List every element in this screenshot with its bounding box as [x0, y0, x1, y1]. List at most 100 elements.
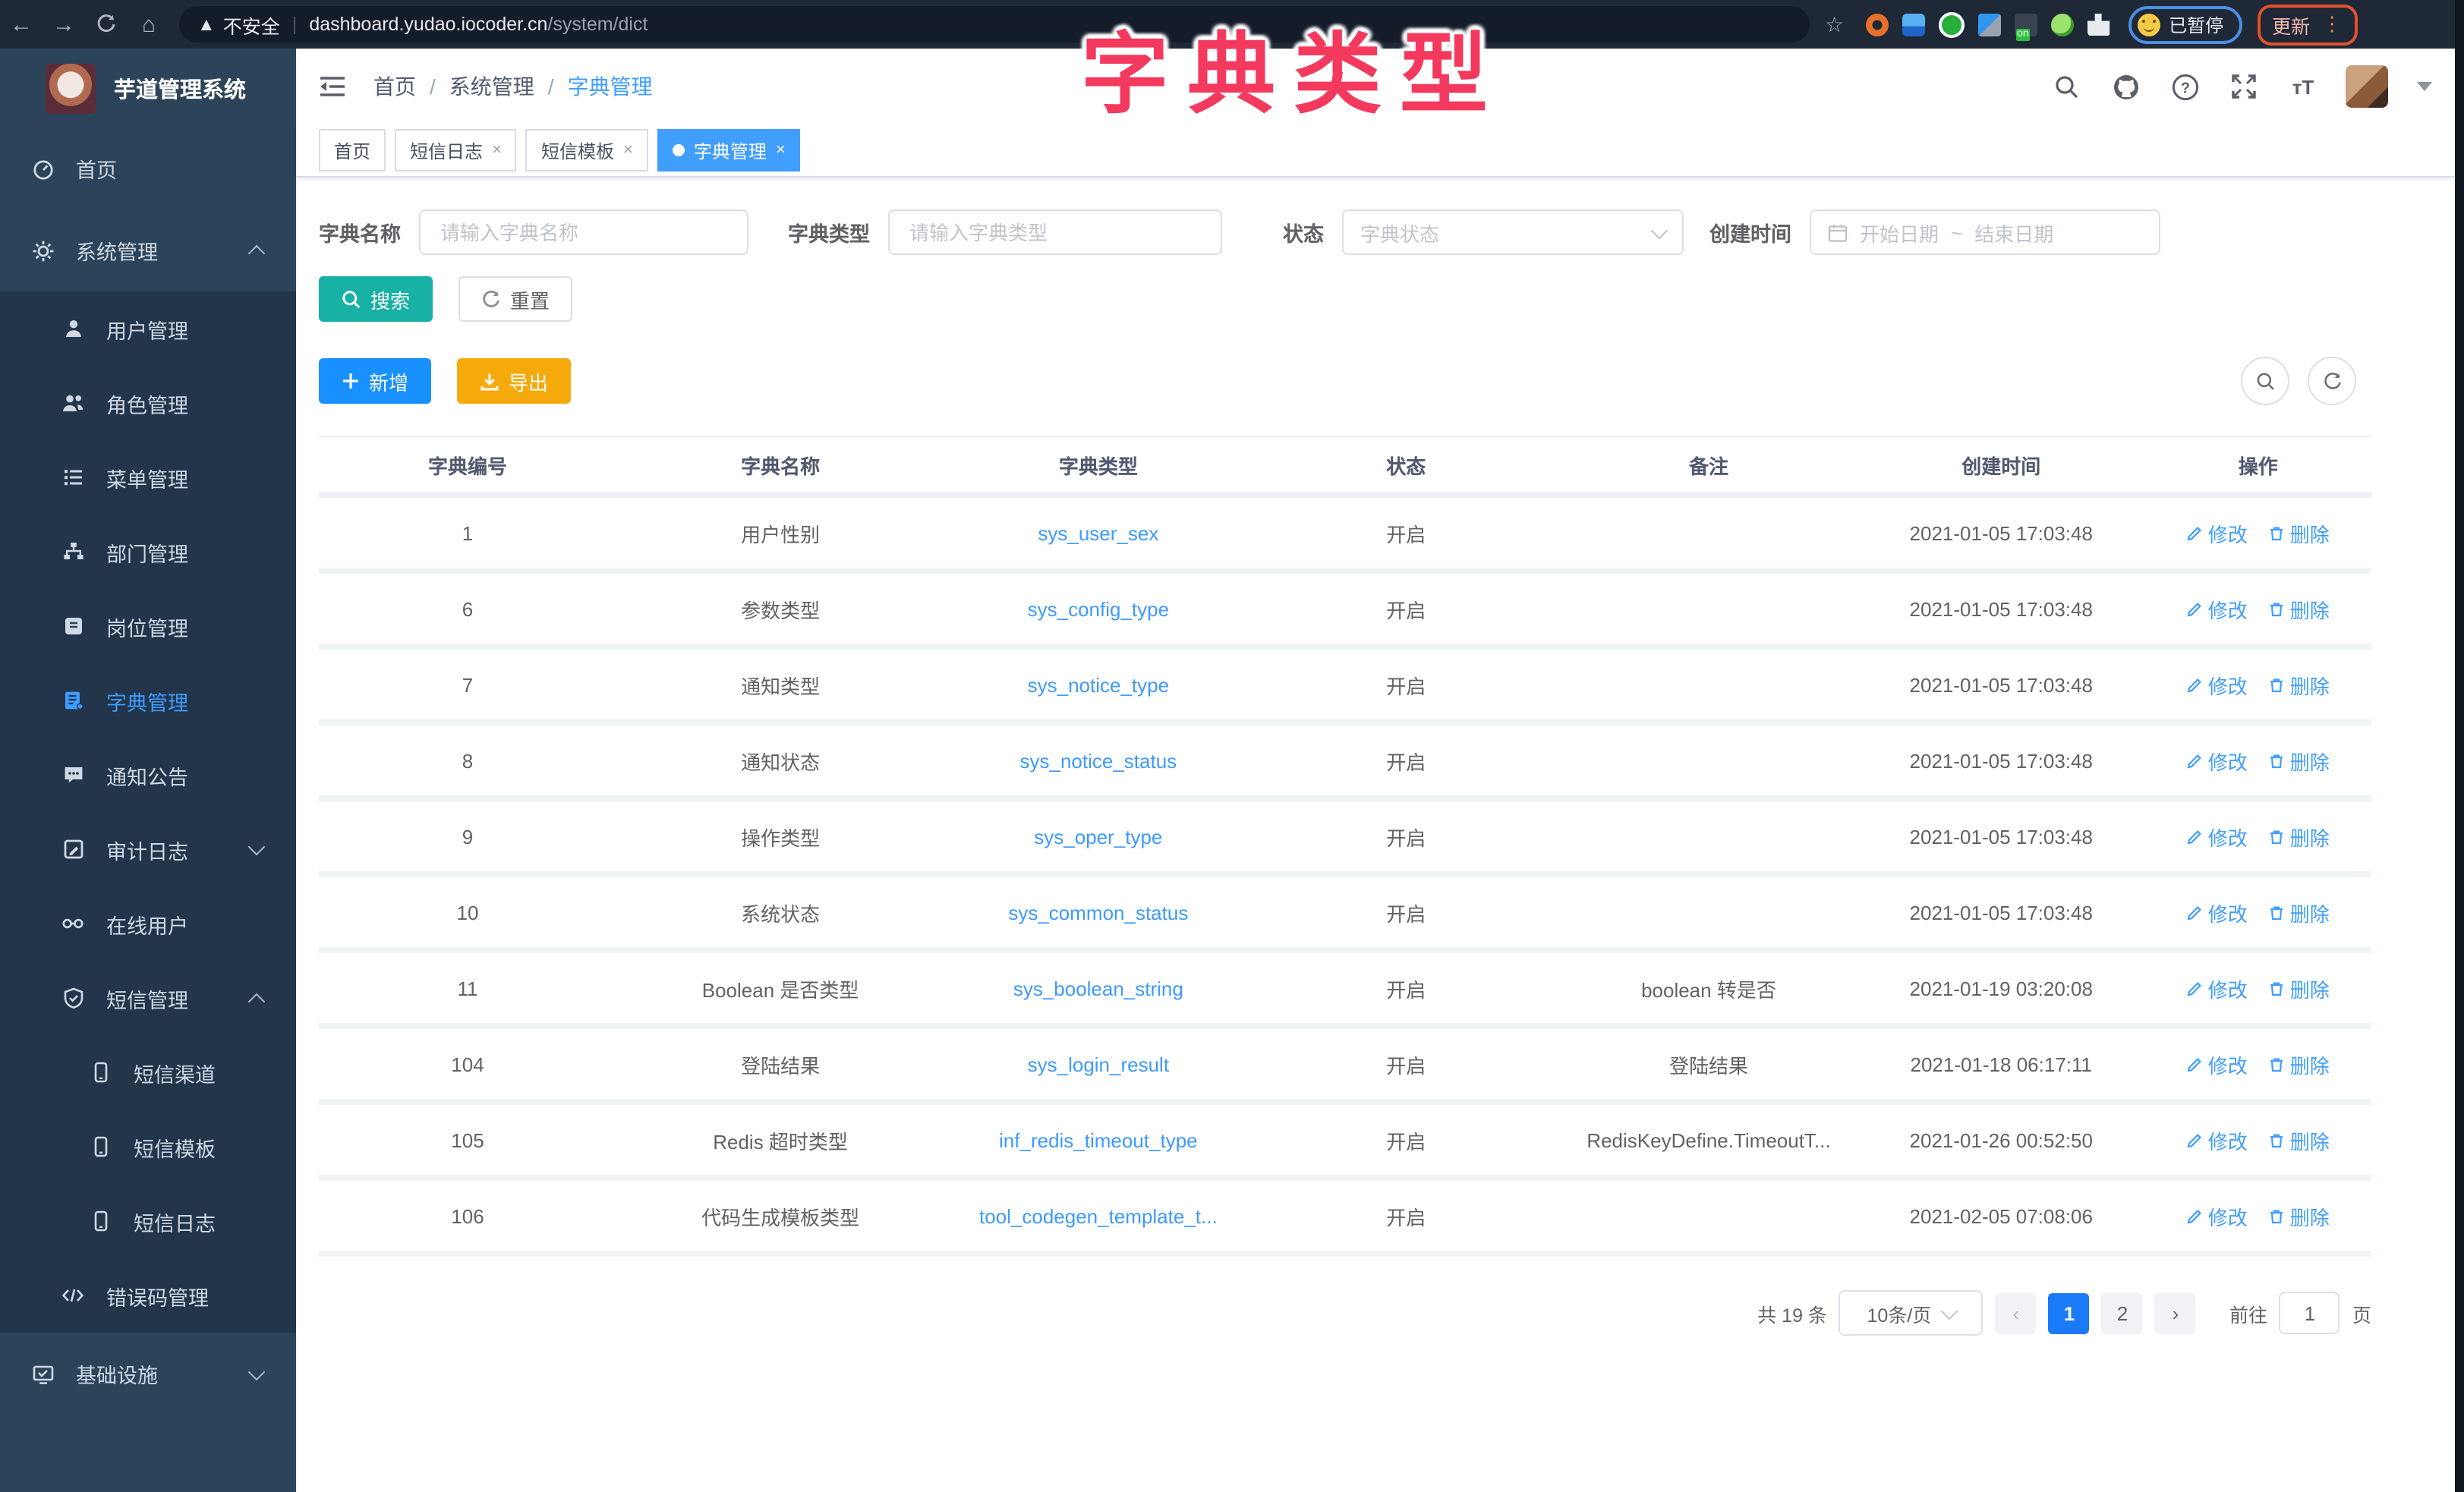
help-icon[interactable]: ? — [2168, 70, 2201, 103]
sidebar-item-dept-mgmt[interactable]: 部门管理 — [0, 515, 296, 589]
dict-type-link[interactable]: sys_common_status — [944, 874, 1252, 950]
sidebar-item-sms-log[interactable]: 短信日志 — [0, 1184, 296, 1258]
extensions-puzzle-icon[interactable] — [2087, 13, 2110, 36]
delete-link[interactable]: 删除 — [2269, 670, 2330, 699]
edit-link[interactable]: 修改 — [2187, 974, 2248, 1003]
dict-type-link[interactable]: inf_redis_timeout_type — [944, 1102, 1252, 1178]
start-date-placeholder[interactable]: 开始日期 — [1860, 218, 1939, 247]
edit-link[interactable]: 修改 — [2187, 746, 2248, 775]
delete-link[interactable]: 删除 — [2269, 746, 2330, 775]
page-size-select[interactable]: 10条/页 — [1839, 1290, 1983, 1336]
delete-link[interactable]: 删除 — [2269, 1050, 2330, 1078]
export-button[interactable]: 导出 — [457, 358, 571, 404]
home-icon[interactable]: ⌂ — [128, 11, 170, 37]
tab-sms-template[interactable]: 短信模板× — [526, 129, 648, 172]
add-button[interactable]: 新增 — [319, 358, 431, 404]
close-icon[interactable]: × — [492, 141, 502, 159]
reload-icon[interactable] — [85, 14, 128, 35]
dict-type-link[interactable]: sys_login_result — [944, 1026, 1252, 1102]
sidebar-item-online-users[interactable]: 在线用户 — [0, 886, 296, 961]
sidebar-item-errcode-mgmt[interactable]: 错误码管理 — [0, 1258, 296, 1333]
sidebar-item-label: 菜单管理 — [106, 462, 188, 493]
sidebar-item-role-mgmt[interactable]: 角色管理 — [0, 366, 296, 440]
delete-link[interactable]: 删除 — [2269, 822, 2330, 851]
sidebar-item-home[interactable]: 首页 — [0, 127, 296, 209]
app-logo-block[interactable]: 芋道管理系统 — [0, 49, 296, 127]
sidebar-item-sms-template[interactable]: 短信模板 — [0, 1110, 296, 1184]
extension-icon-on-badge[interactable]: on — [2014, 13, 2037, 36]
edit-link[interactable]: 修改 — [2187, 1050, 2248, 1078]
breadcrumb-home[interactable]: 首页 — [373, 71, 416, 102]
github-icon[interactable] — [2109, 70, 2142, 103]
status-select[interactable]: 字典状态 — [1342, 209, 1684, 255]
delete-link[interactable]: 删除 — [2269, 974, 2330, 1003]
extension-icon-diamond[interactable] — [1977, 13, 2000, 36]
edit-link[interactable]: 修改 — [2187, 898, 2248, 927]
sidebar-item-sms-channel[interactable]: 短信渠道 — [0, 1035, 296, 1110]
sidebar-item-dict-mgmt[interactable]: 字典管理 — [0, 663, 296, 738]
delete-link[interactable]: 删除 — [2269, 1201, 2330, 1230]
close-icon[interactable]: × — [776, 141, 786, 159]
edit-link[interactable]: 修改 — [2187, 594, 2248, 623]
edit-link[interactable]: 修改 — [2187, 1125, 2248, 1154]
extension-icon-green-circle[interactable] — [1938, 11, 1964, 37]
sidebar-item-sms-mgmt[interactable]: 短信管理 — [0, 961, 296, 1035]
edit-link[interactable]: 修改 — [2187, 518, 2248, 547]
edit-link[interactable]: 修改 — [2187, 822, 2248, 851]
tab-home[interactable]: 首页 — [319, 129, 386, 172]
dict-type-link[interactable]: tool_codegen_template_t... — [944, 1178, 1252, 1254]
sidebar-item-audit-log[interactable]: 审计日志 — [0, 812, 296, 886]
edit-link[interactable]: 修改 — [2187, 1201, 2248, 1230]
extension-icon-orange[interactable] — [1865, 13, 1888, 36]
tab-dict-mgmt[interactable]: 字典管理× — [657, 129, 801, 172]
next-page-button[interactable]: › — [2155, 1292, 2196, 1333]
refresh-button[interactable] — [2308, 357, 2356, 405]
end-date-placeholder[interactable]: 结束日期 — [1974, 218, 2053, 247]
hide-search-button[interactable] — [2241, 357, 2289, 405]
delete-link[interactable]: 删除 — [2269, 594, 2330, 623]
dict-type-link[interactable]: sys_user_sex — [944, 495, 1252, 571]
goto-page-input[interactable] — [2280, 1292, 2340, 1334]
extension-icon-leaf[interactable] — [2050, 13, 2073, 36]
dict-type-link[interactable]: sys_oper_type — [944, 798, 1252, 874]
page-button-1[interactable]: 1 — [2049, 1292, 2090, 1333]
forward-icon[interactable]: → — [43, 11, 85, 37]
kebab-menu-icon[interactable]: ⋮ — [2322, 12, 2342, 36]
dict-type-input[interactable] — [888, 209, 1222, 255]
edit-link[interactable]: 修改 — [2187, 670, 2248, 699]
dict-type-link[interactable]: sys_boolean_string — [944, 950, 1252, 1026]
tab-sms-log[interactable]: 短信日志× — [395, 129, 517, 172]
caret-down-icon[interactable] — [2417, 82, 2432, 91]
sidebar-item-notice[interactable]: 通知公告 — [0, 738, 296, 812]
dict-type-link[interactable]: sys_notice_type — [944, 647, 1252, 722]
header-search-icon[interactable] — [2050, 70, 2083, 103]
search-button[interactable]: 搜索 — [319, 276, 433, 322]
bookmark-star-icon[interactable]: ☆ — [1825, 11, 1844, 37]
sidebar-item-post-mgmt[interactable]: 岗位管理 — [0, 589, 296, 663]
avatar[interactable] — [2346, 65, 2388, 108]
prev-page-button[interactable]: ‹ — [1996, 1292, 2037, 1333]
date-range-picker[interactable]: 开始日期 ~ 结束日期 — [1810, 209, 2160, 255]
dict-type-link[interactable]: sys_notice_status — [944, 722, 1252, 798]
delete-link[interactable]: 删除 — [2269, 898, 2330, 927]
sidebar-item-menu-mgmt[interactable]: 菜单管理 — [0, 440, 296, 515]
close-icon[interactable]: × — [623, 141, 633, 159]
fullscreen-icon[interactable] — [2227, 70, 2261, 103]
sidebar-item-user-mgmt[interactable]: 用户管理 — [0, 291, 296, 366]
profile-paused-pill[interactable]: 已暂停 — [2128, 5, 2242, 43]
page-button-2[interactable]: 2 — [2102, 1292, 2143, 1333]
address-bar[interactable]: ▲ 不安全 | dashboard.yudao.iocoder.cn /syst… — [179, 6, 1810, 42]
dict-name-input[interactable] — [419, 209, 748, 255]
dict-type-link[interactable]: sys_config_type — [944, 571, 1252, 647]
breadcrumb-section: 系统管理 — [449, 71, 534, 102]
extension-icon-blue-gem[interactable] — [1902, 13, 1924, 36]
reset-button[interactable]: 重置 — [458, 276, 572, 322]
back-icon[interactable]: ← — [0, 11, 43, 37]
sidebar-collapse-icon[interactable] — [319, 74, 346, 99]
font-size-icon[interactable]: ᴛT — [2286, 70, 2320, 103]
delete-link[interactable]: 删除 — [2269, 518, 2330, 547]
delete-link[interactable]: 删除 — [2269, 1125, 2330, 1154]
browser-update-button[interactable]: 更新 ⋮ — [2257, 4, 2357, 45]
sidebar-item-system[interactable]: 系统管理 — [0, 209, 296, 291]
sidebar-item-infrastructure[interactable]: 基础设施 — [0, 1333, 296, 1415]
